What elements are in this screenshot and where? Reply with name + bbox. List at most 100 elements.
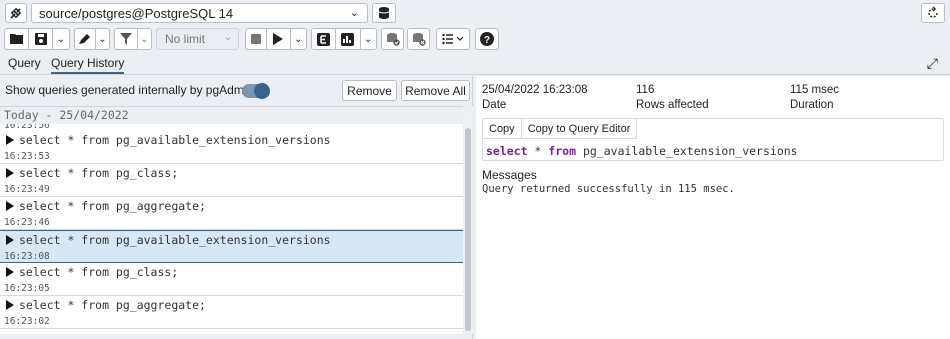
entry-query-text: select * from pg_aggregate; <box>19 298 206 312</box>
toggle-knob <box>254 83 270 99</box>
play-icon <box>6 168 14 178</box>
play-icon <box>6 300 14 310</box>
messages-title: Messages <box>482 168 537 182</box>
history-group-header: Today - 25/04/2022 <box>0 107 463 124</box>
folder-open-icon[interactable] <box>5 29 29 49</box>
entry-query: select * from pg_aggregate; <box>6 199 206 213</box>
history-list: 16:23:56 Today - 25/04/2022 select * fro… <box>0 106 463 334</box>
entry-query: select * from pg_available_extension_ver… <box>6 233 331 247</box>
entry-query: select * from pg_class; <box>6 166 178 180</box>
row-limit-label: No limit <box>165 32 206 46</box>
stop-icon[interactable] <box>246 29 268 49</box>
row-limit-select[interactable]: No limit ⌄ <box>156 28 239 50</box>
sql-keyword: from <box>548 144 577 158</box>
history-list-panel: Show queries generated internally by pgA… <box>0 76 473 339</box>
sql-actions: Copy Copy to Query Editor <box>483 119 638 139</box>
show-internal-toggle[interactable] <box>242 83 270 99</box>
duration-value: 115 msec <box>790 84 840 96</box>
play-icon <box>6 235 14 245</box>
rollback-group <box>407 28 430 50</box>
sql-rest: pg_available_extension_versions <box>576 144 798 158</box>
chevron-down-icon[interactable]: ⌄ <box>291 29 306 49</box>
explain-group: ⌄ <box>311 28 377 50</box>
rollback-icon[interactable] <box>408 29 429 49</box>
edit-group: ⌄ <box>74 28 110 50</box>
pencil-icon[interactable] <box>75 29 96 49</box>
entry-query-text: select * from pg_available_extension_ver… <box>19 133 331 147</box>
duration-label: Duration <box>790 99 834 111</box>
history-entry[interactable]: select * from pg_class; 16:23:49 <box>0 164 463 197</box>
entry-time: 16:23:46 <box>4 217 50 228</box>
entry-query: select * from pg_available_extension_ver… <box>6 133 331 147</box>
entry-time: 16:23:08 <box>4 251 50 262</box>
panel-tabs: Query Query History ⤢ <box>0 52 950 75</box>
history-entry[interactable]: select * from pg_available_extension_ver… <box>0 131 463 164</box>
scrollbar-thumb[interactable] <box>465 128 471 331</box>
history-entry[interactable]: select * from pg_aggregate; 16:23:02 <box>0 296 463 329</box>
entry-query: select * from pg_class; <box>6 265 178 279</box>
copy-button[interactable]: Copy <box>483 119 522 139</box>
help-group: ? <box>475 28 499 50</box>
entry-query-text: select * from pg_aggregate; <box>19 199 206 213</box>
copy-to-editor-button[interactable]: Copy to Query Editor <box>521 119 638 139</box>
chevron-down-icon: ⌄ <box>349 7 359 19</box>
sql-keyword: select <box>486 144 528 158</box>
filter-icon[interactable] <box>115 29 138 49</box>
history-detail-panel: 25/04/2022 16:23:08 Date 116 Rows affect… <box>476 76 950 339</box>
explain-icon[interactable] <box>312 29 337 49</box>
svg-text:?: ? <box>484 35 490 46</box>
chevron-down-icon[interactable]: ⌄ <box>53 29 69 49</box>
connection-select[interactable]: source/postgres@PostgreSQL 14 ⌄ <box>31 3 368 23</box>
connection-bar: source/postgres@PostgreSQL 14 ⌄ <box>0 0 950 26</box>
entry-query-text: select * from pg_available_extension_ver… <box>19 233 331 247</box>
help-icon[interactable]: ? <box>476 29 498 49</box>
entry-query-text: select * from pg_class; <box>19 265 179 279</box>
rows-value: 116 <box>636 84 655 96</box>
chevron-down-icon[interactable]: ⌄ <box>361 29 377 49</box>
commit-group <box>381 28 404 50</box>
filter-group: ⌄ <box>114 28 152 50</box>
history-entry[interactable]: select * from pg_class; 16:23:05 <box>0 263 463 296</box>
show-internal-label: Show queries generated internally by pgA… <box>5 83 260 97</box>
sql-star: * <box>527 144 549 158</box>
remove-all-button[interactable]: Remove All <box>401 80 470 101</box>
history-entry[interactable]: select * from pg_aggregate; 16:23:46 <box>0 197 463 230</box>
query-toolbar: ⌄ ⌄ ⌄ No limit ⌄ ⌄ ⌄ ? <box>0 26 950 52</box>
file-group: ⌄ <box>4 28 70 50</box>
tab-query[interactable]: Query <box>8 56 41 70</box>
refresh-icon[interactable] <box>921 3 945 23</box>
query-sql-box: Copy Copy to Query Editor select * from … <box>482 118 944 161</box>
entry-query: select * from pg_aggregate; <box>6 298 206 312</box>
macros-group <box>436 28 470 50</box>
entry-query-text: select * from pg_class; <box>19 166 179 180</box>
execute-group: ⌄ <box>245 28 307 50</box>
entry-time: 16:23:49 <box>4 184 50 195</box>
rows-label: Rows affected <box>636 99 709 111</box>
connection-label: source/postgres@PostgreSQL 14 <box>39 5 234 21</box>
entry-time: 16:23:05 <box>4 283 50 294</box>
macros-icon[interactable] <box>437 29 469 49</box>
expand-icon[interactable]: ⤢ <box>927 55 938 72</box>
history-scrollbar[interactable] <box>463 106 473 334</box>
entry-time: 16:23:53 <box>4 151 50 162</box>
plug-icon[interactable] <box>5 3 27 23</box>
remove-button[interactable]: Remove <box>342 80 397 101</box>
sql-text: select * from pg_available_extension_ver… <box>486 144 798 158</box>
chevron-down-icon: ⌄ <box>223 32 232 43</box>
play-icon <box>6 267 14 277</box>
explain-analyze-icon[interactable] <box>336 29 361 49</box>
date-label: Date <box>482 99 507 111</box>
database-icon[interactable] <box>372 3 396 23</box>
save-icon[interactable] <box>29 29 53 49</box>
chevron-down-icon[interactable]: ⌄ <box>96 29 109 49</box>
entry-time: 16:23:02 <box>4 316 50 327</box>
messages-body: Query returned successfully in 115 msec. <box>482 183 735 195</box>
history-entry-selected[interactable]: select * from pg_available_extension_ver… <box>0 230 463 263</box>
chevron-down-icon[interactable]: ⌄ <box>138 29 151 49</box>
commit-icon[interactable] <box>382 29 403 49</box>
tab-query-history[interactable]: Query History <box>51 56 125 74</box>
date-value: 25/04/2022 16:23:08 <box>482 84 588 96</box>
play-icon <box>6 135 14 145</box>
play-icon[interactable] <box>267 29 291 49</box>
play-icon <box>6 201 14 211</box>
